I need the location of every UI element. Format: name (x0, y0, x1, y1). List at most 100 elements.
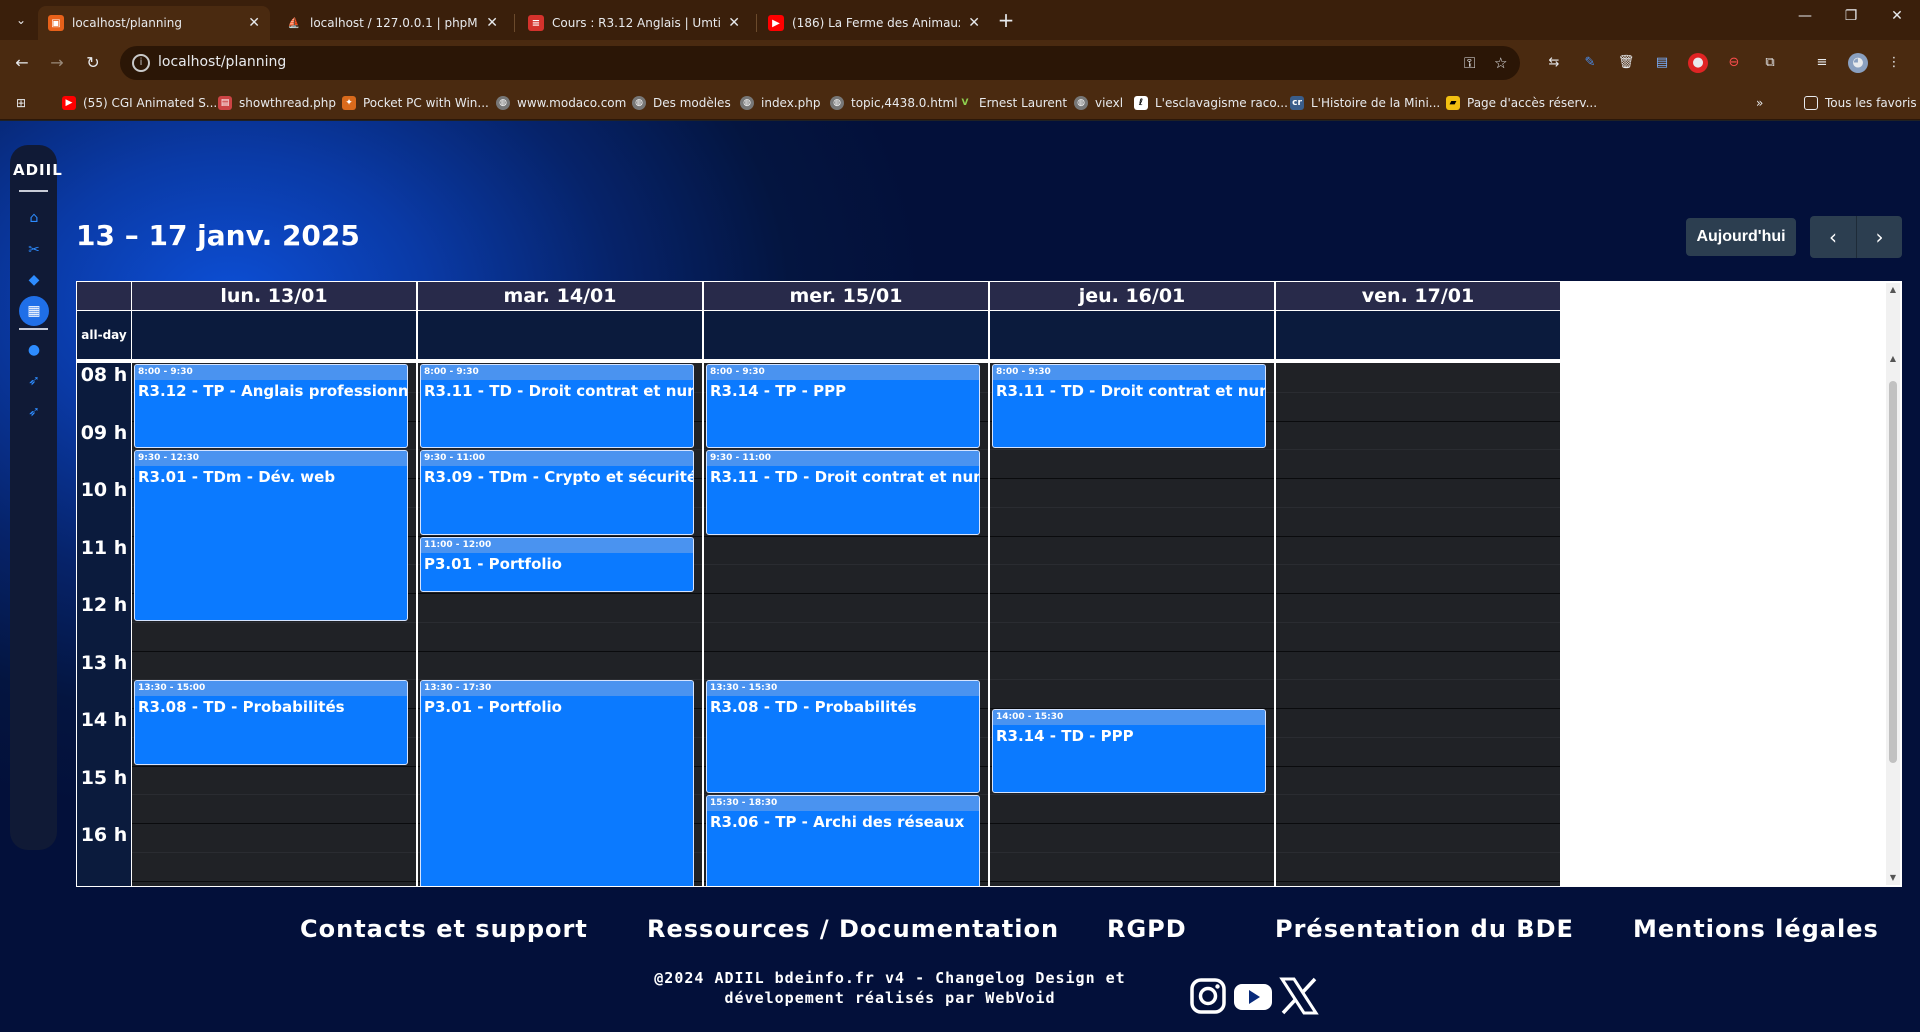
day-column[interactable] (1276, 363, 1560, 886)
slot-line (132, 823, 416, 824)
calendar-event[interactable]: 13:30 - 15:00 R3.08 - TD - Probabilités (134, 680, 408, 765)
minimize-icon[interactable]: — (1790, 8, 1820, 24)
adiil-logo[interactable]: ADIIL (13, 161, 62, 179)
trash-extension-icon[interactable]: 🗑 (1616, 53, 1636, 73)
reload-icon[interactable]: ↻ (82, 52, 104, 74)
close-tab-icon[interactable]: ✕ (968, 15, 980, 31)
bookmark-item[interactable]: ℓ L'esclavagisme raco... (1134, 93, 1288, 113)
close-tab-icon[interactable]: ✕ (486, 15, 498, 31)
slot-line (990, 621, 1274, 623)
home-icon[interactable]: ⌂ (23, 207, 45, 229)
previous-week-chevron-icon[interactable]: ‹ (1810, 216, 1856, 258)
calendar-event[interactable]: 9:30 - 12:30 R3.01 - TDm - Dév. web (134, 450, 408, 621)
calendar-scrollbar[interactable]: ▲ ▲ ▼ (1886, 283, 1900, 885)
bookmarks-overflow-chevron[interactable]: » (1756, 93, 1763, 113)
next-week-chevron-icon[interactable]: › (1856, 216, 1902, 258)
profile-avatar-icon[interactable]: ◕ (1848, 53, 1868, 73)
bookmark-item[interactable]: ▶ (55) CGI Animated S... (62, 93, 217, 113)
bookmark-label: www.modaco.com (517, 96, 627, 110)
footer-link-rgpd[interactable]: RGPD (1107, 915, 1187, 943)
address-bar-url[interactable]: localhost/planning (158, 54, 286, 70)
back-arrow-icon[interactable]: ← (11, 52, 33, 74)
day-header-tuesday: mar. 14/01 (418, 282, 702, 310)
bookmark-item[interactable]: ◍ topic,4438.0.html (830, 93, 958, 113)
event-time: 15:30 - 18:30 (707, 796, 979, 812)
rocket-icon[interactable]: ➶ (23, 370, 45, 392)
allday-cell[interactable] (990, 311, 1274, 359)
calendar-event[interactable]: 9:30 - 11:00 R3.11 - TD - Droit contrat e… (706, 450, 980, 535)
bookmark-item[interactable]: ◍ index.php (740, 93, 820, 113)
calendar-event[interactable]: 8:00 - 9:30 R3.11 - TD - Droit contrat et… (420, 364, 694, 449)
window-extension-icon[interactable]: ▤ (1652, 53, 1672, 73)
allday-cell[interactable] (704, 311, 988, 359)
scroll-up-arrow-icon[interactable]: ▲ (1888, 285, 1898, 295)
allday-row: all-day (77, 311, 1885, 359)
browser-tab-youtube[interactable]: ▶ (186) La Ferme des Animaux (1954) ✕ (758, 6, 990, 40)
tab-search-chevron-icon[interactable]: ⌄ (10, 9, 32, 31)
calendar-header-row: lun. 13/01 mar. 14/01 mer. 15/01 jeu. 16… (77, 282, 1885, 310)
calendar-event[interactable]: 8:00 - 9:30 R3.12 - TP - Anglais professi… (134, 364, 408, 449)
bookmark-item[interactable]: ✦ Pocket PC with Win... (342, 93, 489, 113)
allday-cell[interactable] (1276, 311, 1560, 359)
new-tab-button[interactable]: + (994, 8, 1018, 32)
more-menu-icon[interactable]: ⋮ (1884, 53, 1904, 73)
calendar-event[interactable]: 13:30 - 15:30 R3.08 - TD - Probabilités (706, 680, 980, 794)
slot-line (990, 449, 1274, 451)
diamond-icon[interactable]: ◆ (23, 269, 45, 291)
scroll-thumb[interactable] (1889, 381, 1897, 763)
allday-cell[interactable] (418, 311, 702, 359)
bookmark-item[interactable]: ▤ showthread.php (218, 93, 336, 113)
bookmark-item[interactable]: ◍ Des modèles (632, 93, 731, 113)
day-header-thursday: jeu. 16/01 (990, 282, 1274, 310)
instagram-icon[interactable] (1188, 976, 1228, 1016)
calendar-event[interactable]: 8:00 - 9:30 R3.14 - TP - PPP (706, 364, 980, 449)
nav-divider (19, 190, 48, 192)
scroll-down-arrow-icon[interactable]: ▼ (1888, 873, 1898, 883)
address-bar[interactable]: i localhost/planning ⚿ ☆ (120, 46, 1520, 80)
youtube-icon[interactable] (1233, 976, 1273, 1016)
footer-link-bde[interactable]: Présentation du BDE (1275, 915, 1574, 943)
user-icon[interactable]: ● (23, 339, 45, 361)
browser-tab-umtice[interactable]: ≡ Cours : R3.12 Anglais | Umtice ✕ (518, 6, 750, 40)
media-control-icon[interactable]: ≡ (1812, 53, 1832, 73)
x-icon[interactable] (1279, 976, 1319, 1016)
browser-tab-phpmyadmin[interactable]: ⛵ localhost / 127.0.0.1 | phpMyAdmin ✕ (276, 6, 508, 40)
rocket-icon-2[interactable]: ➶ (23, 401, 45, 423)
close-window-icon[interactable]: ✕ (1882, 8, 1912, 24)
scroll-up-arrow-icon[interactable]: ▲ (1888, 354, 1898, 364)
calendar-event[interactable]: 9:30 - 11:00 R3.09 - TDm - Crypto et sécu… (420, 450, 694, 535)
forward-arrow-icon[interactable]: → (46, 52, 68, 74)
bookmark-item[interactable]: ◍ viexl (1074, 93, 1123, 113)
password-key-icon[interactable]: ⚿ (1464, 54, 1475, 72)
bookmark-item[interactable]: ◍ www.modaco.com (496, 93, 626, 113)
close-tab-icon[interactable]: ✕ (248, 15, 260, 31)
red-extension-icon[interactable]: ● (1688, 53, 1708, 73)
puzzle-extensions-icon[interactable]: ⧉ (1760, 53, 1780, 73)
allday-cell[interactable] (132, 311, 416, 359)
bookmark-item[interactable]: V Ernest Laurent (958, 93, 1068, 113)
pen-extension-icon[interactable]: ✎ (1580, 53, 1600, 73)
calendar-event[interactable]: 15:30 - 18:30 R3.06 - TP - Archi des rése… (706, 795, 980, 886)
footer-link-contact[interactable]: Contacts et support (300, 915, 588, 943)
calendar-event[interactable]: 14:00 - 15:30 R3.14 - TD - PPP (992, 709, 1266, 794)
close-tab-icon[interactable]: ✕ (728, 15, 740, 31)
bookmark-item[interactable]: cr L'Histoire de la Mini... (1290, 93, 1440, 113)
bookmark-star-icon[interactable]: ☆ (1494, 54, 1507, 72)
tools-icon[interactable]: ✂ (23, 239, 45, 261)
calendar-event[interactable]: 13:30 - 17:30 P3.01 - Portfolio (420, 680, 694, 886)
all-bookmarks-folder[interactable]: Tous les favoris (1804, 93, 1917, 113)
translate-extension-icon[interactable]: ⇆ (1544, 53, 1564, 73)
browser-tab-planning[interactable]: ▣ localhost/planning ✕ (38, 6, 270, 40)
restore-icon[interactable]: ❐ (1836, 8, 1866, 24)
calendar-event[interactable]: 8:00 - 9:30 R3.11 - TD - Droit contrat et… (992, 364, 1266, 449)
apps-grid-icon[interactable]: ⊞ (16, 93, 26, 113)
bookmark-item[interactable]: ▰ Page d'accès réserv... (1446, 93, 1597, 113)
site-info-icon[interactable]: i (132, 54, 150, 72)
calendar-event[interactable]: 11:00 - 12:00 P3.01 - Portfolio (420, 536, 694, 592)
footer-link-resources[interactable]: Ressources / Documentation (647, 915, 1059, 943)
footer-link-legal[interactable]: Mentions légales (1633, 915, 1879, 943)
today-button[interactable]: Aujourd'hui (1686, 218, 1796, 256)
calendar-icon[interactable]: ▦ (19, 296, 49, 326)
block-extension-icon[interactable]: ⊖ (1724, 53, 1744, 73)
globe-icon: ◍ (830, 96, 844, 110)
